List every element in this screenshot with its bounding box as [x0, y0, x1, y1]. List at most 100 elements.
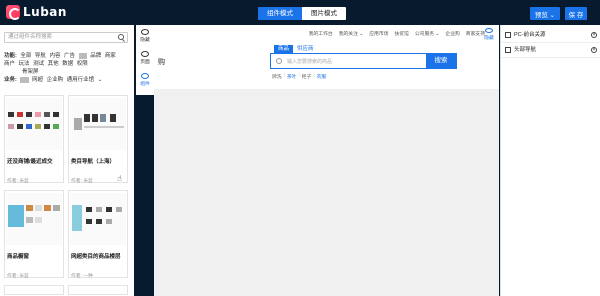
top-actions: 预览 ⌄ 保 存 [530, 7, 587, 20]
edit-icon[interactable] [505, 32, 511, 38]
hand-cursor-icon: ☝ [117, 174, 122, 183]
top-bar: Luban 组件模式 图片模式 预览 ⌄ 保 存 [0, 0, 600, 25]
edit-icon[interactable] [505, 47, 511, 53]
hide-tool[interactable]: 隐藏 [136, 29, 154, 43]
component-tool-label: 组件 [140, 82, 150, 87]
hide-preview-toggle[interactable]: 隐藏 [484, 28, 494, 41]
nav-merchant-support[interactable]: 商家支持 [466, 30, 485, 37]
editor-canvas[interactable]: 我的工作台 我的关注 ⌄ 应用市场 扶贫馆 公司服务 ⌄ 企业购 商家支持 隐藏… [154, 25, 499, 296]
close-icon[interactable] [591, 29, 597, 41]
card-author: 作者: 米蓝 [7, 179, 29, 184]
search-icon[interactable] [118, 34, 124, 40]
filter-skeleton[interactable]: 骨架屏 [22, 69, 39, 75]
component-mode-button[interactable]: 组件模式 [258, 7, 302, 20]
logo-icon [6, 5, 21, 20]
filter-area: 功能: 全部 导航 内容 广告 品牌 商家 商户 玩法 测试 其他 数据 权限 … [4, 52, 132, 84]
divider [501, 42, 600, 43]
tab-goods[interactable]: 商品 [274, 45, 294, 53]
side-toolbar: 隐藏 页面 组件 [136, 25, 154, 95]
card-author: 作者: 米蓝 [7, 274, 29, 279]
filter-other[interactable]: 其他 [48, 61, 59, 67]
logo-text: Luban [23, 5, 67, 19]
goods-search-placeholder: 输入您要搜索的商品 [287, 59, 333, 65]
eye-off-icon [141, 29, 149, 35]
eye-off-icon [485, 28, 493, 33]
nav-app-market[interactable]: 应用市场 [369, 30, 388, 37]
page-tool[interactable]: 页面 [136, 51, 154, 65]
nav-company-service[interactable]: 公司服务 ⌄ [415, 30, 440, 37]
hotword[interactable]: 衣服 [317, 73, 327, 80]
app-logo: Luban [6, 5, 67, 20]
component-card[interactable]: 网超类目的商品楼层 作者: 一种 [68, 190, 128, 279]
filter-merchant[interactable]: 商家 [105, 53, 116, 59]
layer-label: 头部导航 [514, 47, 537, 53]
filter-nav[interactable]: 导航 [35, 53, 46, 59]
preview-top-nav: 我的工作台 我的关注 ⌄ 应用市场 扶贫馆 公司服务 ⌄ 企业购 商家支持 [309, 30, 485, 37]
component-card[interactable]: 商品橱窗 作者: 米蓝 [4, 190, 64, 279]
card-thumbnail [6, 98, 62, 150]
layer-panel: PC-前台关源 头部导航 [500, 25, 600, 296]
biz-filter-selected[interactable] [20, 77, 29, 83]
component-card[interactable] [4, 285, 64, 295]
business-filter-row: 业务: 网超 企业购 通用行业馆 ⌄ [4, 76, 132, 84]
nav-workbench[interactable]: 我的工作台 [309, 30, 333, 37]
function-filter-row: 功能: 全部 导航 内容 广告 品牌 商家 商户 玩法 测试 其他 数据 权限 … [4, 52, 132, 76]
hotword[interactable]: 茶叶 [287, 73, 297, 80]
filter-permission[interactable]: 权限 [77, 61, 88, 67]
filter-ad[interactable]: 广告 [64, 53, 75, 59]
filter-data[interactable]: 数据 [62, 61, 73, 67]
component-tool[interactable]: 组件 [136, 73, 154, 87]
filter-test[interactable]: 测试 [33, 61, 44, 67]
mode-switch: 组件模式 图片模式 [258, 7, 346, 20]
close-icon[interactable] [591, 44, 597, 56]
component-card[interactable]: 还没商铺/最近成交 作者: 米蓝 [4, 95, 64, 184]
layer-label: PC-前台关源 [514, 32, 546, 38]
card-author: 作者: 一种 [71, 274, 93, 279]
card-thumbnail [6, 193, 62, 245]
nav-poverty[interactable]: 扶贫馆 [394, 30, 408, 37]
card-thumbnail [70, 98, 126, 150]
preview-button[interactable]: 预览 ⌄ [530, 7, 560, 20]
search-tabs: 商品 供应商 [274, 45, 318, 53]
component-search-input[interactable]: 通过组件名称搜索 [4, 32, 128, 43]
card-title: 网超类目的商品楼层 [71, 254, 121, 260]
hide-tool-label: 隐藏 [140, 38, 150, 43]
component-card[interactable] [68, 285, 128, 295]
layers-icon [141, 73, 149, 79]
save-button[interactable]: 保 存 [565, 7, 587, 20]
hotword[interactable]: 柜子 [302, 73, 312, 80]
hot-words: 牌洗 | 茶叶 | 柜子 | 衣服 [272, 73, 327, 80]
goods-search-input[interactable]: 输入您要搜索的商品 搜索 [270, 53, 457, 69]
page-tool-label: 页面 [140, 60, 150, 65]
nav-enterprise[interactable]: 企业购 [445, 30, 459, 37]
filter-brand[interactable]: 品牌 [90, 53, 101, 59]
filter-shop[interactable]: 商户 [4, 61, 15, 67]
gear-icon [141, 51, 149, 57]
partial-logo-text: 购 [158, 59, 165, 66]
function-filter-label: 功能: [4, 53, 17, 59]
filter-content[interactable]: 内容 [49, 53, 60, 59]
card-title: 类目导航（上海） [71, 159, 116, 165]
tab-supplier[interactable]: 供应商 [293, 45, 318, 53]
component-card[interactable]: ☝ 类目导航（上海） 作者: 米蓝 [68, 95, 128, 184]
hotword[interactable]: 牌洗 [272, 73, 282, 80]
divider [501, 57, 600, 58]
card-author: 作者: 米蓝 [71, 179, 93, 184]
biz-enterprise[interactable]: 企业购 [47, 77, 64, 83]
goods-search-button[interactable]: 搜索 [426, 54, 456, 68]
nav-follow[interactable]: 我的关注 ⌄ [339, 30, 364, 37]
chevron-down-icon[interactable]: ⌄ [98, 77, 103, 83]
filter-play[interactable]: 玩法 [19, 61, 30, 67]
layer-item[interactable]: 头部导航 [505, 44, 597, 56]
layer-item[interactable]: PC-前台关源 [505, 29, 597, 41]
component-panel: 通过组件名称搜索 功能: 全部 导航 内容 广告 品牌 商家 商户 玩法 测试 … [0, 25, 134, 296]
biz-industry[interactable]: 通用行业馆 [67, 77, 95, 83]
search-placeholder: 通过组件名称搜索 [8, 34, 53, 40]
biz-wangchao[interactable]: 网超 [32, 77, 43, 83]
filter-all[interactable]: 全部 [20, 53, 31, 59]
page-preview[interactable]: 我的工作台 我的关注 ⌄ 应用市场 扶贫馆 公司服务 ⌄ 企业购 商家支持 隐藏… [154, 25, 499, 89]
search-icon [276, 58, 282, 64]
filter-selected[interactable] [78, 53, 87, 59]
card-thumbnail [70, 193, 126, 245]
image-mode-button[interactable]: 图片模式 [302, 7, 346, 20]
